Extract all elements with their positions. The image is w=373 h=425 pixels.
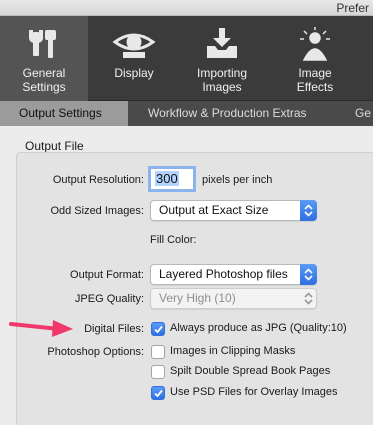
checkbox-label: Always produce as JPG (Quality:10) [170, 322, 347, 334]
checkmark-icon [154, 389, 163, 398]
checkbox-label: Spilt Double Spread Book Pages [170, 365, 331, 377]
toolbar-general-settings[interactable]: General Settings [0, 16, 88, 101]
output-resolution-label: Output Resolution: [52, 174, 144, 186]
odd-sized-images-label: Odd Sized Images: [50, 205, 144, 217]
window-titlebar: Prefer [0, 0, 373, 16]
toolbar-label: Image Effects [296, 66, 334, 94]
wrench-icon [29, 30, 56, 58]
toolbar-display[interactable]: Display [96, 16, 172, 101]
checkbox-checked[interactable] [151, 386, 165, 400]
tab-general[interactable]: Ge [355, 101, 371, 126]
chevron-updown-icon [300, 200, 317, 221]
toolbar-label: Display [114, 66, 154, 80]
window-title: Prefer [336, 1, 369, 15]
toolbar-importing-images[interactable]: Importing Images [186, 16, 258, 101]
output-resolution-input[interactable]: 300 [150, 168, 194, 190]
jpeg-quality-label: JPEG Quality: [74, 293, 144, 305]
tab-bar: Output Settings Workflow & Production Ex… [0, 101, 373, 126]
photoshop-options-label: Photoshop Options: [47, 346, 144, 358]
tab-output-settings[interactable]: Output Settings [0, 101, 128, 126]
output-format-select[interactable]: Layered Photoshop files [150, 264, 317, 285]
eye-icon [112, 33, 156, 58]
preferences-toolbar: General Settings Display Importing Image… [0, 16, 373, 101]
checkbox-unchecked[interactable] [151, 365, 165, 379]
digital-files-label: Digital Files: [84, 323, 144, 335]
odd-sized-images-select[interactable]: Output at Exact Size [150, 200, 317, 221]
checkbox-checked[interactable] [151, 322, 165, 336]
checkbox-unchecked[interactable] [151, 345, 165, 359]
fill-color-label: Fill Color: [150, 234, 197, 246]
import-icon [207, 28, 237, 58]
toolbar-label: General Settings [22, 66, 66, 94]
toolbar-image-effects[interactable]: Image Effects [280, 16, 350, 101]
chevron-updown-icon [300, 264, 317, 285]
checkbox-label: Images in Clipping Masks [170, 345, 296, 357]
checkmark-icon [154, 325, 163, 334]
effects-icon [300, 27, 330, 61]
chevron-updown-icon [300, 288, 317, 309]
section-title: Output File [25, 139, 84, 153]
checkbox-label: Use PSD Files for Overlay Images [170, 386, 338, 398]
jpeg-quality-select[interactable]: Very High (10) [150, 288, 317, 309]
toolbar-label: Importing Images [196, 66, 248, 94]
tab-workflow-production-extras[interactable]: Workflow & Production Extras [148, 101, 307, 126]
resolution-unit-label: pixels per inch [202, 174, 273, 186]
output-format-label: Output Format: [70, 269, 144, 281]
annotation-arrow-icon [9, 320, 73, 337]
